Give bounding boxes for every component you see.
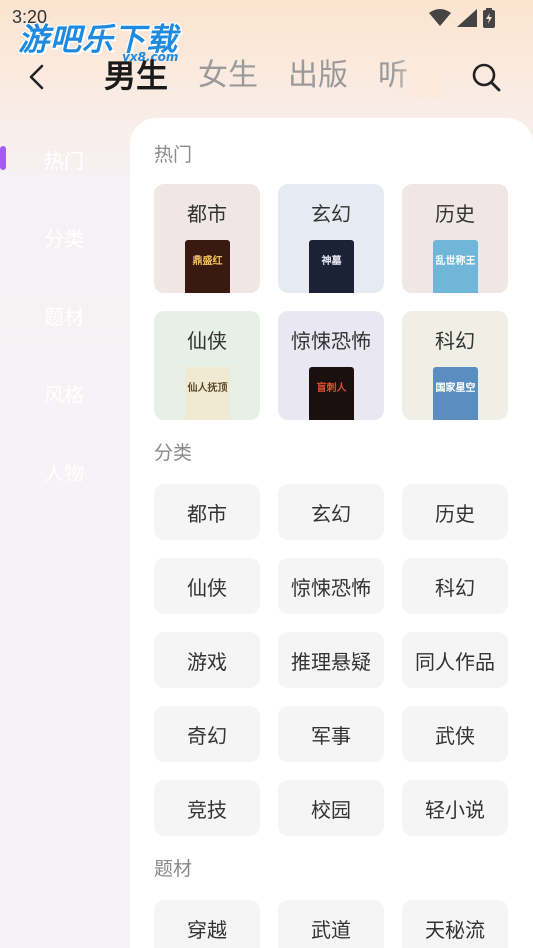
battery-icon	[483, 8, 495, 28]
category-chip[interactable]: 都市	[154, 484, 260, 540]
theme-grid: 穿越 武道 天秘流	[154, 900, 533, 948]
category-chip[interactable]: 惊悚恐怖	[278, 558, 384, 614]
sidebar-item-category[interactable]: 分类	[0, 198, 130, 276]
category-chip[interactable]: 科幻	[402, 558, 508, 614]
book-cover: 盲刺人	[309, 367, 354, 420]
cover-title: 乱世称王	[435, 256, 476, 267]
gender-tabs: 男生 女生 出版 听	[104, 54, 434, 98]
hot-card[interactable]: 都市 鼎盛红	[154, 184, 260, 293]
tabs-fade	[392, 52, 442, 98]
book-cover: 鼎盛红	[185, 240, 230, 293]
category-chip[interactable]: 奇幻	[154, 706, 260, 762]
section-title-category: 分类	[154, 442, 193, 464]
category-chip[interactable]: 历史	[402, 484, 508, 540]
hot-card[interactable]: 科幻 国家星空	[402, 311, 508, 420]
category-chip[interactable]: 游戏	[154, 632, 260, 688]
sidebar-active-indicator	[0, 146, 6, 170]
tab-publish[interactable]: 出版	[288, 54, 348, 98]
theme-chip[interactable]: 穿越	[154, 900, 260, 948]
sidebar: 热门 分类 题材 风格 人物	[0, 120, 130, 510]
chevron-left-icon	[29, 64, 44, 90]
hot-card-label: 玄幻	[311, 202, 351, 226]
category-chip[interactable]: 仙侠	[154, 558, 260, 614]
theme-chip[interactable]: 天秘流	[402, 900, 508, 948]
category-chip[interactable]: 玄幻	[278, 484, 384, 540]
hot-card-label: 历史	[435, 202, 475, 226]
cover-title: 国家星空	[435, 383, 476, 394]
sidebar-item-hot[interactable]: 热门	[0, 120, 130, 198]
category-chip[interactable]: 武侠	[402, 706, 508, 762]
cover-title: 盲刺人	[316, 383, 347, 394]
book-cover: 神墓	[309, 240, 354, 293]
sidebar-item-theme[interactable]: 题材	[0, 276, 130, 354]
signal-icon	[457, 9, 477, 27]
book-cover: 乱世称王	[433, 240, 478, 293]
hot-card-label: 科幻	[435, 329, 475, 353]
cover-title: 神墓	[321, 256, 342, 267]
tab-female[interactable]: 女生	[198, 54, 258, 98]
category-chip[interactable]: 同人作品	[402, 632, 508, 688]
content-panel: 热门 都市 鼎盛红 玄幻 神墓 历史 乱世称王 仙侠 仙人抚顶 惊悚恐怖 盲刺人…	[130, 118, 533, 948]
sidebar-item-label: 热门	[44, 148, 84, 173]
category-chip[interactable]: 校园	[278, 780, 384, 836]
category-chip[interactable]: 轻小说	[402, 780, 508, 836]
section-title-theme: 题材	[154, 858, 193, 880]
sidebar-item-label: 题材	[44, 304, 84, 329]
sidebar-item-label: 人物	[44, 460, 84, 485]
category-grid: 都市 玄幻 历史 仙侠 惊悚恐怖 科幻 游戏 推理悬疑 同人作品 奇幻 军事 武…	[154, 484, 533, 836]
hot-card[interactable]: 历史 乱世称王	[402, 184, 508, 293]
search-icon	[472, 63, 501, 92]
sidebar-item-label: 风格	[44, 382, 84, 407]
search-button[interactable]	[469, 60, 503, 94]
status-icons	[429, 8, 495, 28]
sidebar-item-label: 分类	[44, 226, 84, 251]
top-nav: 男生 女生 出版 听	[0, 52, 533, 102]
category-chip[interactable]: 军事	[278, 706, 384, 762]
hot-card[interactable]: 仙侠 仙人抚顶	[154, 311, 260, 420]
sidebar-item-character[interactable]: 人物	[0, 432, 130, 510]
hot-card[interactable]: 惊悚恐怖 盲刺人	[278, 311, 384, 420]
book-cover: 国家星空	[433, 367, 478, 420]
back-button[interactable]	[22, 60, 52, 94]
cover-title: 鼎盛红	[192, 256, 223, 267]
hot-card-label: 仙侠	[187, 329, 227, 353]
section-title-hot: 热门	[154, 144, 193, 166]
tab-male[interactable]: 男生	[104, 54, 168, 98]
hot-card-label: 都市	[187, 202, 227, 226]
hot-grid: 都市 鼎盛红 玄幻 神墓 历史 乱世称王 仙侠 仙人抚顶 惊悚恐怖 盲刺人 科幻…	[154, 184, 533, 420]
hot-card[interactable]: 玄幻 神墓	[278, 184, 384, 293]
hot-card-label: 惊悚恐怖	[291, 329, 371, 353]
book-cover: 仙人抚顶	[185, 367, 230, 420]
theme-chip[interactable]: 武道	[278, 900, 384, 948]
category-chip[interactable]: 竞技	[154, 780, 260, 836]
category-chip[interactable]: 推理悬疑	[278, 632, 384, 688]
sidebar-item-style[interactable]: 风格	[0, 354, 130, 432]
cover-title: 仙人抚顶	[187, 383, 228, 394]
wifi-icon	[429, 9, 451, 26]
